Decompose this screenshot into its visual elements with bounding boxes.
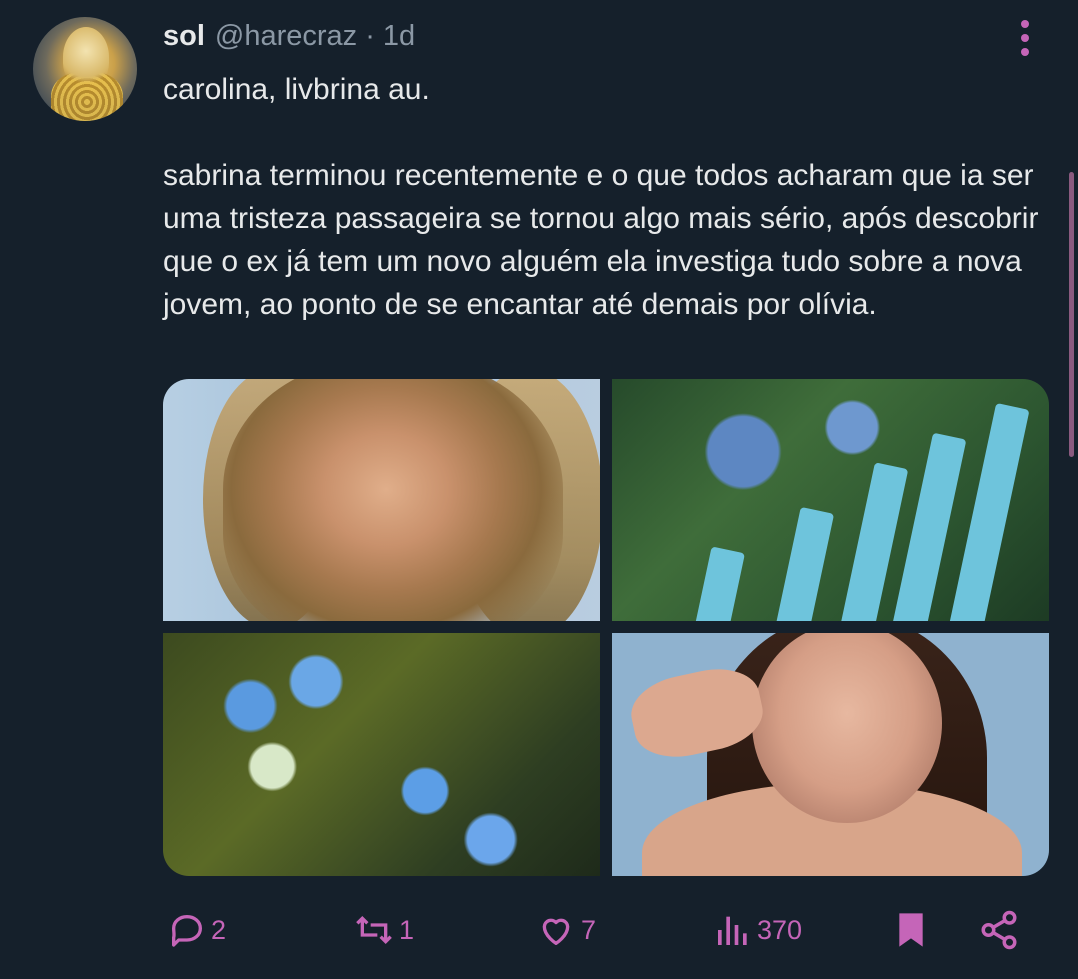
reply-button[interactable]: 2 <box>167 900 226 960</box>
tweet-time[interactable]: 1d <box>383 20 415 53</box>
media-grid <box>163 379 1049 876</box>
scroll-indicator[interactable] <box>1069 172 1074 457</box>
media-image-4[interactable] <box>612 633 1049 876</box>
views-button[interactable]: 370 <box>713 900 802 960</box>
media-image-3[interactable] <box>163 633 600 876</box>
image-face <box>223 379 563 621</box>
like-icon <box>542 918 570 945</box>
author-name[interactable]: sol <box>163 20 205 53</box>
share-icon <box>981 910 1017 950</box>
more-dot <box>1021 34 1029 42</box>
avatar[interactable] <box>33 17 137 121</box>
tweet-header: sol @harecraz · 1d <box>163 16 415 56</box>
retweet-count: 1 <box>399 914 415 945</box>
media-image-2[interactable] <box>612 379 1049 621</box>
views-icon <box>718 916 747 945</box>
fence-post <box>693 546 745 621</box>
more-icon[interactable] <box>1013 20 1037 56</box>
retweet-icon <box>356 915 392 945</box>
like-button[interactable]: 7 <box>535 900 596 960</box>
media-image-1[interactable] <box>163 379 600 621</box>
author-handle[interactable]: @harecraz <box>215 20 357 53</box>
fence-post <box>773 506 835 621</box>
retweet-button[interactable]: 1 <box>353 900 414 960</box>
views-count: 370 <box>757 914 803 945</box>
bookmark-icon <box>899 913 923 947</box>
separator-dot: · <box>365 19 375 52</box>
reply-count: 2 <box>211 914 227 945</box>
share-button[interactable] <box>978 900 1020 960</box>
fence-post <box>948 402 1030 621</box>
tweet-text: carolina, livbrina au. sabrina terminou … <box>163 73 1039 321</box>
more-dot <box>1021 20 1029 28</box>
avatar-hair <box>63 27 109 87</box>
more-dot <box>1021 48 1029 56</box>
tweet-actions: 2 1 7 370 <box>163 900 1033 960</box>
bookmark-button[interactable] <box>891 900 931 960</box>
reply-icon <box>172 915 202 947</box>
like-count: 7 <box>581 914 597 945</box>
